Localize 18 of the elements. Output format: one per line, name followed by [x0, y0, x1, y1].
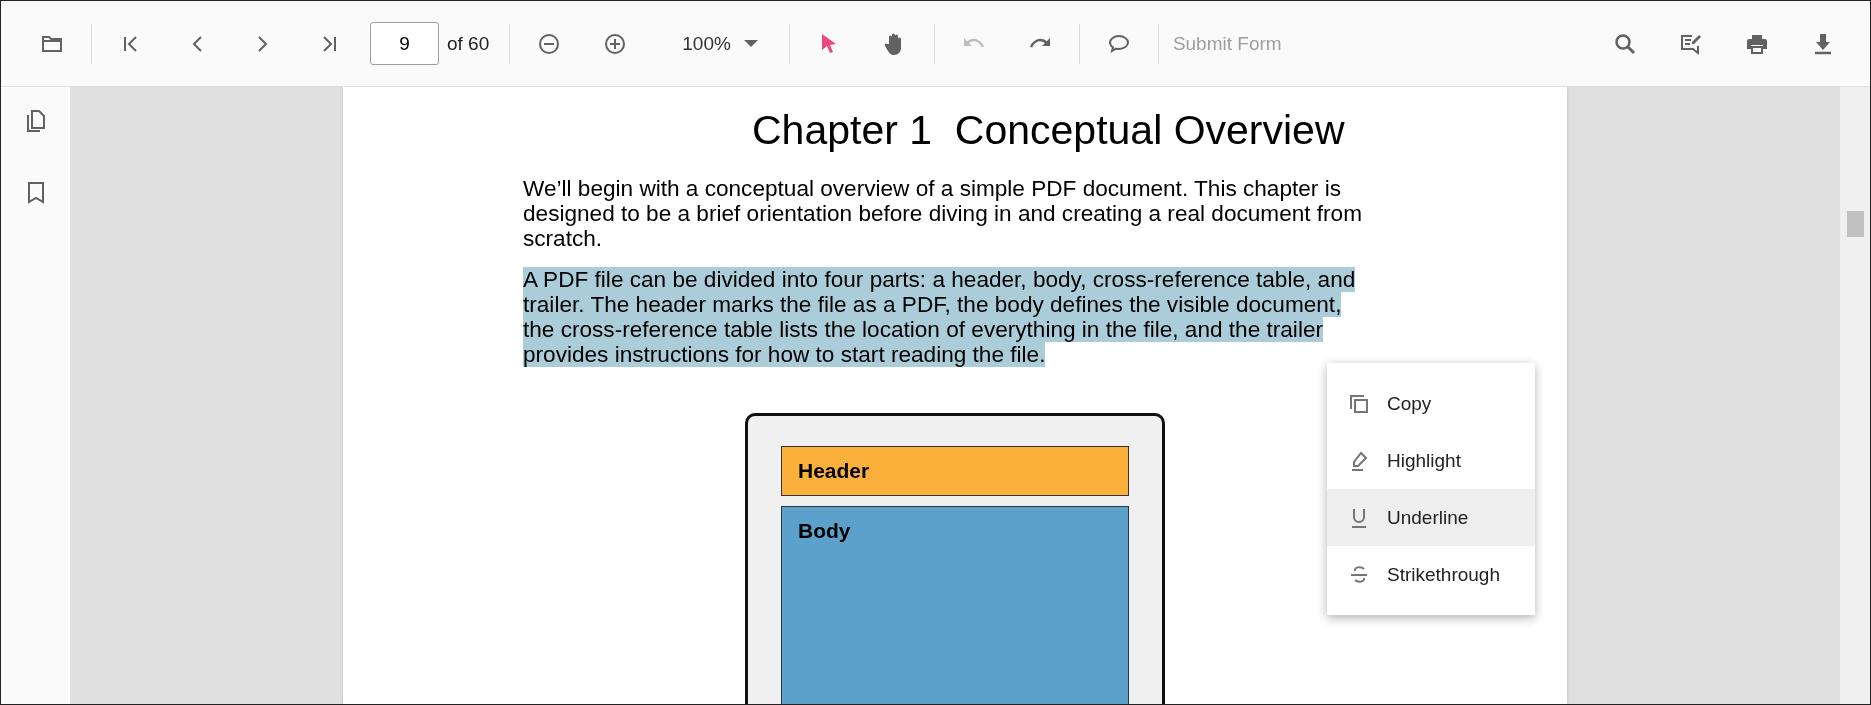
context-menu-item[interactable]: Copy [1327, 375, 1535, 432]
page-count: of 60 [447, 32, 490, 55]
page-number-field[interactable]: 9 [370, 22, 439, 65]
paragraph: We’ll begin with a conceptual overview of a simple PDF document. This chapter is designed to be a brief orientation before diving in and creating a real document from scratch. [523, 176, 1363, 251]
chapter-title: Chapter 1 Conceptual Overview [752, 107, 1345, 154]
header-block: Header [781, 446, 1129, 496]
context-menu-item[interactable]: Strikethrough [1327, 546, 1535, 603]
copy-icon [1349, 393, 1369, 414]
underline-icon [1349, 507, 1369, 528]
body-block: Body [781, 506, 1129, 704]
scrollbar[interactable] [1840, 87, 1870, 704]
paragraph: A PDF file can be divided into four parts: a header, body, cross-reference table, and trailer. The header marks the file as a PDF, the body defines the visible document, the cross-reference table lists the location of everything in the file, and the trailer provides instructions for how to start reading the file. [523, 267, 1357, 367]
context-menu-item[interactable]: Highlight [1327, 432, 1535, 489]
strikethrough-icon [1349, 564, 1369, 585]
caret-icon [742, 39, 759, 48]
zoom-dropdown[interactable]: 100% [682, 21, 759, 66]
context-menu-item[interactable]: Underline [1327, 489, 1535, 546]
highlighter-icon [1349, 450, 1369, 471]
